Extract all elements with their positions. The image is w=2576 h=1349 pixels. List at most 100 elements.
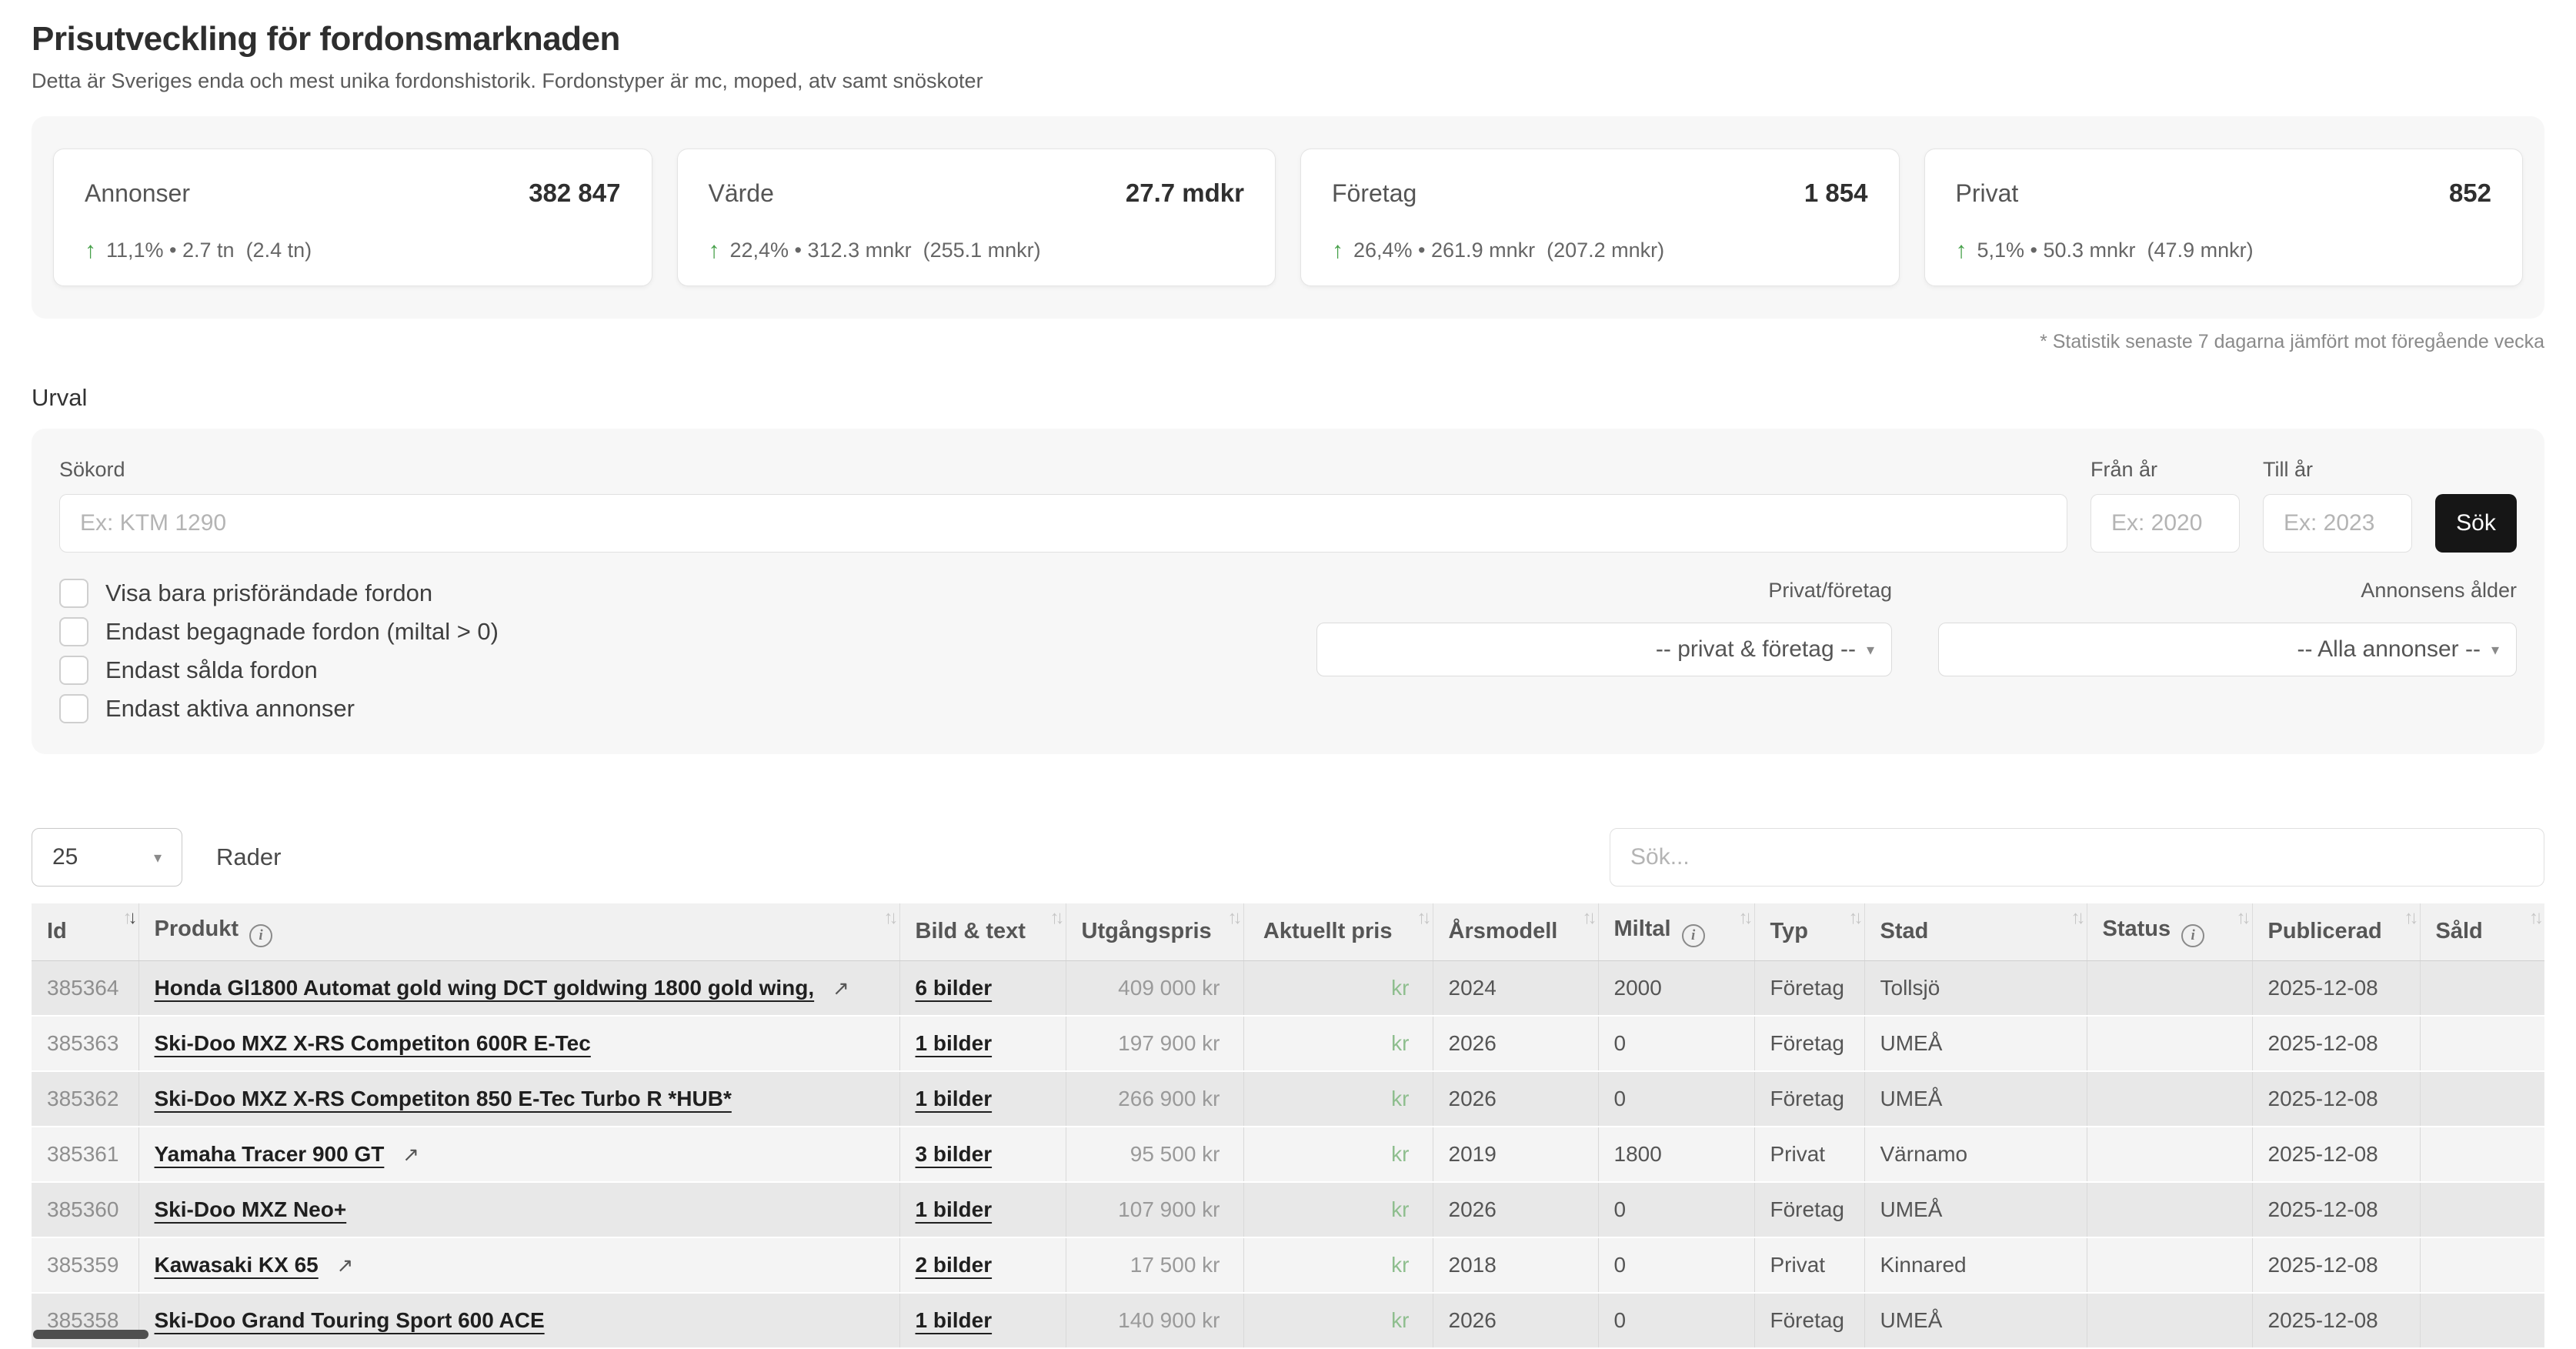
table-row: 385359 Kawasaki KX 65 ↗ 2 bilder 17 500 … [32, 1237, 2544, 1293]
column-header-status[interactable]: Statusi ↑↓ [2087, 903, 2252, 960]
column-header-id[interactable]: Id ↑↓ [32, 903, 138, 960]
cell-start-price: 266 900 kr [1066, 1071, 1243, 1127]
checkbox-row-sold-vehicles[interactable]: Endast sålda fordon [59, 656, 1316, 685]
cell-year: 2019 [1433, 1127, 1598, 1182]
cell-city: UMEÅ [1864, 1016, 2087, 1071]
cell-city: Tollsjö [1864, 960, 2087, 1016]
cell-type: Företag [1754, 1293, 1864, 1348]
ad-age-label: Annonsens ålder [1938, 579, 2517, 603]
column-header-typ[interactable]: Typ ↑↓ [1754, 903, 1864, 960]
from-year-input[interactable] [2090, 494, 2240, 553]
private-company-select[interactable]: -- privat & företag -- ▾ [1316, 623, 1892, 676]
cell-type: Företag [1754, 1182, 1864, 1237]
sort-icon: ↑↓ [1739, 909, 1750, 927]
images-link[interactable]: 1 bilder [916, 1197, 993, 1221]
column-header-arsmodell[interactable]: Årsmodell ↑↓ [1433, 903, 1598, 960]
table-row-partial: 385358 Ski-Doo Grand Touring Sport 600 A… [32, 1293, 2544, 1348]
column-header-aktuellt-pris[interactable]: Aktuellt pris ↑↓ [1243, 903, 1433, 960]
info-icon[interactable]: i [1682, 924, 1705, 947]
cell-current-price: kr [1243, 1237, 1433, 1293]
info-icon[interactable]: i [249, 924, 272, 947]
cell-product: Yamaha Tracer 900 GT ↗ [138, 1127, 899, 1182]
sort-icon: ↑↓ [2237, 909, 2247, 927]
column-header-stad[interactable]: Stad ↑↓ [1864, 903, 2087, 960]
checkbox-row-used-vehicles[interactable]: Endast begagnade fordon (miltal > 0) [59, 617, 1316, 646]
cell-sold [2420, 1182, 2544, 1237]
product-link[interactable]: Ski-Doo MXZ X-RS Competiton 850 E-Tec Tu… [155, 1087, 732, 1110]
checkbox-price-changed[interactable] [59, 579, 88, 608]
cell-status [2087, 1182, 2252, 1237]
column-header-utgangspris[interactable]: Utgångspris ↑↓ [1066, 903, 1243, 960]
keyword-input[interactable] [59, 494, 2067, 553]
to-year-input[interactable] [2263, 494, 2412, 553]
product-link[interactable]: Yamaha Tracer 900 GT [155, 1142, 385, 1166]
cell-type: Privat [1754, 1127, 1864, 1182]
checkbox-sold-vehicles[interactable] [59, 656, 88, 685]
page: Prisutveckling för fordonsmarknaden Dett… [0, 20, 2576, 1349]
cell-id: 385360 [32, 1182, 138, 1237]
private-company-selected-value: -- privat & företag -- [1656, 636, 1856, 663]
sort-icon: ↑↓ [2529, 909, 2540, 927]
external-link-icon[interactable]: ↗ [833, 977, 849, 1000]
horizontal-scrollbar-thumb[interactable] [33, 1330, 148, 1339]
sort-icon: ↑↓ [123, 909, 134, 927]
stats-panel: Annonser 382 847 ↑ 11,1% • 2.7 tn (2.4 t… [32, 116, 2544, 319]
table-controls: 25 ▾ Rader [32, 828, 2544, 887]
vehicles-table: Id ↑↓ Produkti ↑↓ Bild & text ↑↓ Utgångs… [32, 903, 2544, 1349]
rows-per-page-select[interactable]: 25 ▾ [32, 828, 182, 887]
cell-product: Ski-Doo Grand Touring Sport 600 ACE [138, 1293, 899, 1348]
column-header-miltal[interactable]: Miltali ↑↓ [1598, 903, 1754, 960]
images-link[interactable]: 2 bilder [916, 1253, 993, 1277]
external-link-icon[interactable]: ↗ [337, 1254, 354, 1277]
table-row: 385360 Ski-Doo MXZ Neo+ 1 bilder 107 900… [32, 1182, 2544, 1237]
product-link[interactable]: Ski-Doo MXZ Neo+ [155, 1197, 347, 1221]
cell-type: Företag [1754, 1016, 1864, 1071]
table-row: 385364 Honda Gl1800 Automat gold wing DC… [32, 960, 2544, 1016]
cell-images: 1 bilder [899, 1182, 1066, 1237]
cell-sold [2420, 1016, 2544, 1071]
cell-images: 2 bilder [899, 1237, 1066, 1293]
external-link-icon[interactable]: ↗ [402, 1143, 419, 1167]
column-header-bild-text[interactable]: Bild & text ↑↓ [899, 903, 1066, 960]
ad-age-select[interactable]: -- Alla annonser -- ▾ [1938, 623, 2517, 676]
checkbox-active-ads[interactable] [59, 694, 88, 723]
stat-change: 11,1% • 2.7 tn (2.4 tn) [106, 239, 312, 262]
search-button[interactable]: Sök [2435, 494, 2517, 553]
table-search-input[interactable] [1610, 828, 2544, 887]
cell-type: Företag [1754, 960, 1864, 1016]
cell-current-price: kr [1243, 1127, 1433, 1182]
to-year-label: Till år [2263, 458, 2412, 482]
images-link[interactable]: 3 bilder [916, 1142, 993, 1166]
images-link[interactable]: 1 bilder [916, 1087, 993, 1110]
column-header-sald[interactable]: Såld ↑↓ [2420, 903, 2544, 960]
checkbox-used-vehicles[interactable] [59, 617, 88, 646]
cell-mileage: 0 [1598, 1182, 1754, 1237]
stat-label: Företag [1332, 179, 1416, 208]
cell-status [2087, 1293, 2252, 1348]
page-subtitle: Detta är Sveriges enda och mest unika fo… [32, 69, 2544, 93]
product-link[interactable]: Kawasaki KX 65 [155, 1253, 319, 1277]
cell-year: 2026 [1433, 1071, 1598, 1127]
chevron-down-icon: ▾ [154, 848, 162, 867]
stat-change: 22,4% • 312.3 mnkr (255.1 mnkr) [730, 239, 1041, 262]
cell-sold [2420, 1127, 2544, 1182]
stat-change: 26,4% • 261.9 mnkr (207.2 mnkr) [1353, 239, 1664, 262]
product-link[interactable]: Ski-Doo MXZ X-RS Competiton 600R E-Tec [155, 1031, 591, 1055]
cell-images: 6 bilder [899, 960, 1066, 1016]
trend-up-icon: ↑ [709, 239, 720, 262]
sort-icon: ↑↓ [1050, 909, 1061, 927]
table-row: 385362 Ski-Doo MXZ X-RS Competiton 850 E… [32, 1071, 2544, 1127]
column-header-produkt[interactable]: Produkti ↑↓ [138, 903, 899, 960]
info-icon[interactable]: i [2181, 924, 2204, 947]
cell-sold [2420, 1071, 2544, 1127]
images-link[interactable]: 1 bilder [916, 1031, 993, 1055]
checkbox-label: Endast aktiva annonser [105, 695, 355, 723]
column-header-publicerad[interactable]: Publicerad ↑↓ [2252, 903, 2420, 960]
images-link[interactable]: 6 bilder [916, 976, 993, 1000]
stat-card-annonser: Annonser 382 847 ↑ 11,1% • 2.7 tn (2.4 t… [53, 149, 652, 286]
checkbox-row-active-ads[interactable]: Endast aktiva annonser [59, 694, 1316, 723]
stat-card-varde: Värde 27.7 mdkr ↑ 22,4% • 312.3 mnkr (25… [677, 149, 1276, 286]
cell-current-price: kr [1243, 960, 1433, 1016]
checkbox-row-price-changed[interactable]: Visa bara prisförändade fordon [59, 579, 1316, 608]
product-link[interactable]: Honda Gl1800 Automat gold wing DCT goldw… [155, 976, 815, 1000]
